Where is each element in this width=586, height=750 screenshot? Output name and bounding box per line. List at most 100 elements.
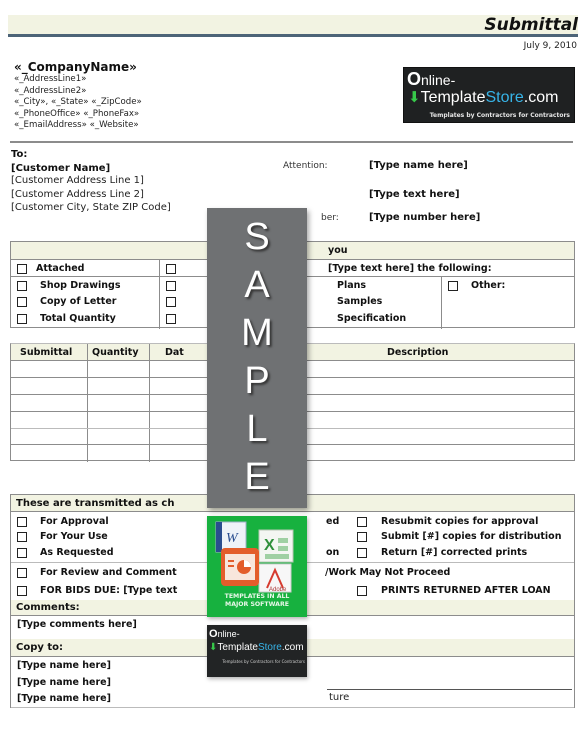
sample-letter: S (244, 216, 270, 258)
copy-to-label: Copy to: (16, 642, 64, 653)
specification-label: Specification (337, 313, 407, 324)
resubmit-label: Resubmit copies for approval (381, 516, 539, 527)
review-comment-label: For Review and Comment (40, 567, 177, 578)
as-requested-label: As Requested (40, 547, 114, 558)
comments-label: Comments: (16, 602, 80, 613)
column-header-date: Dat (165, 347, 184, 358)
logo-initial: O (407, 69, 422, 89)
for-approval-checkbox[interactable] (17, 517, 27, 527)
logo-text: .com (281, 642, 304, 653)
logo-text: emplate (222, 642, 258, 653)
specification-checkbox[interactable] (166, 314, 176, 324)
signature-label: ture (329, 692, 350, 703)
other-label: Other: (471, 280, 506, 291)
signature-line (327, 689, 572, 690)
customer-address-line[interactable]: [Customer Address Line 2] (11, 188, 171, 202)
transmitted-header: These are transmitted as ch (16, 498, 175, 509)
company-address-line: «_AddressLine2» (14, 85, 87, 96)
company-phone-line: «_PhoneOffice» «_PhoneFax» (14, 108, 140, 119)
company-city-line: «_City», «_State» «_ZipCode» (14, 97, 142, 108)
number-field[interactable]: [Type number here] (369, 212, 480, 223)
logo-text: nline- (217, 629, 240, 639)
resubmit-checkbox[interactable] (357, 517, 367, 527)
for-your-use-label: For Your Use (40, 531, 108, 542)
logo-tagline: Templates by Contractors for Contractors (222, 659, 305, 664)
submit-copies-label: Submit [#] copies for distribution (381, 531, 562, 542)
sample-letter: M (241, 312, 273, 354)
svg-text:W: W (226, 531, 239, 546)
work-may-not-proceed-label: /Work May Not Proceed (325, 567, 451, 578)
sending-header-text: you (328, 245, 348, 256)
copy-to-name-field[interactable]: [Type name here] (17, 693, 111, 704)
copy-to-name-field[interactable]: [Type name here] (17, 677, 111, 688)
company-email-line: «_EmailAddress» «_Website» (14, 120, 139, 131)
sample-letter: E (244, 456, 270, 498)
recipient-block: To: [Customer Name] [Customer Address Li… (11, 149, 171, 215)
re-field[interactable]: [Type text here] (369, 189, 460, 200)
copy-of-letter-label: Copy of Letter (40, 296, 117, 307)
samples-label: Samples (337, 296, 383, 307)
following-text[interactable]: [Type text here] the following: (328, 263, 492, 274)
customer-city-line[interactable]: [Customer City, State ZIP Code] (11, 201, 171, 215)
column-header-description: Description (387, 347, 449, 358)
approved-label-fragment: ed (326, 516, 340, 527)
change-order-checkbox[interactable] (166, 297, 176, 307)
bids-due-field[interactable]: FOR BIDS DUE: [Type text (40, 585, 177, 596)
number-label: ber: (321, 213, 339, 223)
column-header-submittal: Submittal (20, 347, 73, 358)
download-arrow-icon: ⬇ (408, 89, 421, 106)
copy-of-letter-checkbox[interactable] (17, 297, 27, 307)
total-quantity-label: Total Quantity (40, 313, 116, 324)
customer-address-line[interactable]: [Customer Address Line 1] (11, 174, 171, 188)
logo-text: nline- (421, 72, 456, 88)
prints-checkbox[interactable] (166, 281, 176, 291)
logo-text: .com (523, 89, 559, 106)
online-template-store-badge: Online- ⬇TemplateStore.com Templates by … (207, 625, 307, 677)
attention-field[interactable]: [Type name here] (369, 160, 468, 171)
comments-field[interactable]: [Type comments here] (17, 619, 137, 630)
shop-drawings-checkbox[interactable] (17, 281, 27, 291)
badge-caption: MAJOR SOFTWARE (225, 601, 289, 608)
attached-checkbox[interactable] (17, 264, 27, 274)
other-checkbox[interactable] (448, 281, 458, 291)
software-badge: W X Adobe TEMPLATES IN ALL MAJOR SOFTWARE (207, 516, 307, 617)
prints-returned-label: PRINTS RETURNED AFTER LOAN (381, 585, 551, 596)
sample-letter: A (244, 264, 270, 306)
return-prints-checkbox[interactable] (357, 548, 367, 558)
prints-returned-checkbox[interactable] (357, 586, 367, 596)
attached-label: Attached (36, 263, 85, 274)
customer-name[interactable]: [Customer Name] (11, 163, 171, 174)
sample-letter: L (246, 408, 268, 450)
company-block: «_CompanyName» «_AddressLine1» «_Address… (14, 60, 142, 132)
correction-label-fragment: on (326, 547, 340, 558)
svg-text:X: X (264, 537, 275, 554)
online-template-store-logo: Online- ⬇TemplateStore.com Templates by … (403, 67, 575, 123)
company-address-line: «_AddressLine1» (14, 74, 87, 84)
total-quantity-checkbox[interactable] (17, 314, 27, 324)
company-name: «_CompanyName» (14, 60, 137, 74)
for-approval-label: For Approval (40, 516, 109, 527)
column-header-quantity: Quantity (92, 347, 139, 358)
document-title: Submittal (484, 15, 578, 35)
office-apps-icon: W X Adobe (215, 521, 294, 593)
sample-watermark: S A M P L E (207, 208, 307, 508)
logo-text-store: Store (485, 89, 524, 106)
bids-due-checkbox[interactable] (17, 586, 27, 596)
for-your-use-checkbox[interactable] (17, 532, 27, 542)
copy-to-name-field[interactable]: [Type name here] (17, 660, 111, 671)
document-date: July 9, 2010 (523, 41, 577, 51)
badge-caption: TEMPLATES IN ALL (224, 593, 290, 600)
logo-tagline: Templates by Contractors for Contractors (429, 112, 570, 119)
logo-initial: T (420, 89, 429, 106)
review-comment-checkbox[interactable] (17, 568, 27, 578)
shop-drawings-label: Shop Drawings (40, 280, 121, 291)
logo-text-store: Store (257, 642, 282, 653)
logo-initial: O (209, 628, 218, 640)
under-separate-cover-checkbox[interactable] (166, 264, 176, 274)
sample-letter: P (244, 360, 270, 402)
header-divider (10, 141, 573, 143)
to-label: To: (11, 149, 28, 160)
as-requested-checkbox[interactable] (17, 548, 27, 558)
plans-label: Plans (337, 280, 367, 291)
submit-copies-checkbox[interactable] (357, 532, 367, 542)
